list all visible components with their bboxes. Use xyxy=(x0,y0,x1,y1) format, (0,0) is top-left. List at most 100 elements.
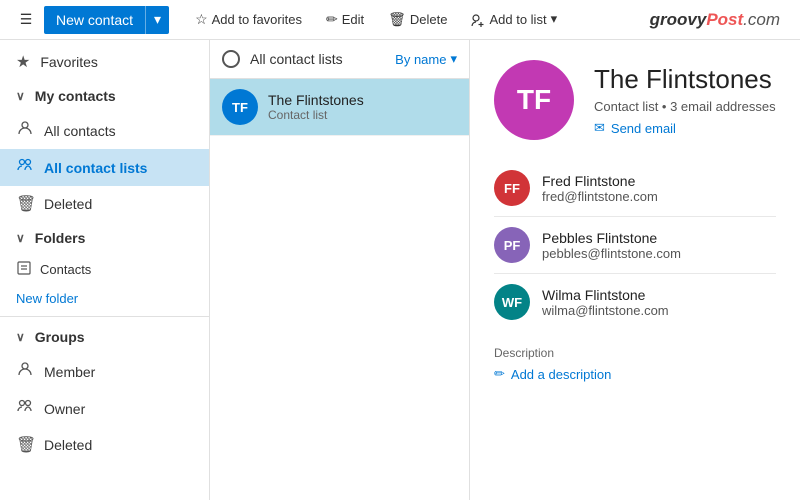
sidebar-item-owner[interactable]: Owner xyxy=(0,390,209,427)
logo-post: Post xyxy=(706,10,743,29)
envelope-icon: ✉ xyxy=(594,120,605,136)
detail-name: The Flintstones xyxy=(594,64,776,95)
detail-contact-email: wilma@flintstone.com xyxy=(542,303,669,318)
add-to-list-button[interactable]: Add to list ▾ xyxy=(461,7,567,31)
edit-label: Edit xyxy=(342,12,364,27)
groups-deleted-label: Deleted xyxy=(44,437,92,453)
detail-contact-item[interactable]: FF Fred Flintstone fred@flintstone.com xyxy=(494,160,776,217)
detail-contact-name: Wilma Flintstone xyxy=(542,287,669,303)
contact-list-panel: All contact lists By name ▾ TF The Flint… xyxy=(210,40,470,500)
delete-button[interactable]: 🗑 Delete xyxy=(378,7,457,32)
toolbar-actions: ☆ Add to favorites ✏ Edit 🗑 Delete Add t… xyxy=(185,7,650,32)
detail-contact-initials: PF xyxy=(504,238,521,253)
sidebar-item-favorites-label: Favorites xyxy=(40,54,98,70)
sidebar-item-all-contact-lists[interactable]: All contact lists xyxy=(0,149,209,186)
sidebar-group-folders[interactable]: ∨ Folders xyxy=(0,222,209,254)
add-description-label: Add a description xyxy=(511,367,611,382)
add-to-list-label: Add to list xyxy=(489,12,546,27)
contacts-sub-icon xyxy=(16,260,32,279)
toolbar: ☰ New contact ▾ ☆ Add to favorites ✏ Edi… xyxy=(0,0,800,40)
detail-panel: TF The Flintstones Contact list • 3 emai… xyxy=(470,40,800,500)
pencil-icon: ✏ xyxy=(494,366,505,382)
detail-header: TF The Flintstones Contact list • 3 emai… xyxy=(494,60,776,140)
all-contact-lists-label: All contact lists xyxy=(44,160,147,176)
sidebar-group-groups[interactable]: ∨ Groups xyxy=(0,321,209,353)
contact-list-item-name: The Flintstones xyxy=(268,92,364,108)
add-description-button[interactable]: ✏ Add a description xyxy=(494,366,776,382)
send-email-label: Send email xyxy=(611,121,676,136)
add-to-favorites-button[interactable]: ☆ Add to favorites xyxy=(185,7,312,32)
trash-icon: 🗑 xyxy=(16,194,34,214)
contact-list-header: All contact lists By name ▾ xyxy=(210,40,469,79)
contact-list-item[interactable]: TF The Flintstones Contact list xyxy=(210,79,469,136)
sort-label: By name xyxy=(395,52,446,67)
detail-info: The Flintstones Contact list • 3 email a… xyxy=(594,64,776,136)
new-contact-button[interactable]: New contact ▾ xyxy=(44,6,169,34)
detail-contact-email: fred@flintstone.com xyxy=(542,189,658,204)
description-section: Description ✏ Add a description xyxy=(494,346,776,382)
chevron-down-icon: ∨ xyxy=(16,89,25,103)
contacts-sub-label: Contacts xyxy=(40,262,91,277)
new-contact-label: New contact xyxy=(44,6,146,34)
logo-groovy: groovy xyxy=(650,10,707,29)
folders-label: Folders xyxy=(35,230,86,246)
sidebar-group-my-contacts[interactable]: ∨ My contacts xyxy=(0,80,209,112)
person-icon xyxy=(16,120,34,141)
add-to-list-arrow: ▾ xyxy=(551,11,558,27)
member-icon xyxy=(16,361,34,382)
contact-list-item-subtitle: Contact list xyxy=(268,108,364,122)
groups-label: Groups xyxy=(35,329,85,345)
main-layout: ★ Favorites ∨ My contacts All contacts xyxy=(0,40,800,500)
sidebar-item-contacts-sub[interactable]: Contacts xyxy=(0,254,209,285)
contact-list-initials: TF xyxy=(232,100,248,115)
sidebar-item-new-folder[interactable]: New folder xyxy=(0,285,209,312)
groups-trash-icon: 🗑 xyxy=(16,435,34,455)
detail-avatar-initials: TF xyxy=(517,84,551,116)
description-label: Description xyxy=(494,346,776,360)
owner-label: Owner xyxy=(44,401,85,417)
sidebar-item-groups-deleted[interactable]: 🗑 Deleted xyxy=(0,427,209,463)
detail-meta: Contact list • 3 email addresses xyxy=(594,99,776,114)
sort-arrow-icon: ▾ xyxy=(450,51,457,67)
detail-contact-item[interactable]: PF Pebbles Flintstone pebbles@flintstone… xyxy=(494,217,776,274)
detail-contact-name: Fred Flintstone xyxy=(542,173,658,189)
detail-contact-name: Pebbles Flintstone xyxy=(542,230,681,246)
sidebar-item-deleted[interactable]: 🗑 Deleted xyxy=(0,186,209,222)
new-folder-label: New folder xyxy=(16,291,78,306)
member-label: Member xyxy=(44,364,95,380)
sidebar-item-favorites[interactable]: ★ Favorites xyxy=(0,44,209,80)
edit-icon: ✏ xyxy=(326,11,338,28)
sort-button[interactable]: By name ▾ xyxy=(395,51,457,67)
deleted-label: Deleted xyxy=(44,196,92,212)
sidebar-my-contacts-label: My contacts xyxy=(35,88,116,104)
logo-domain: .com xyxy=(743,10,780,29)
contact-list-icon xyxy=(16,157,34,178)
contact-list-header-label: All contact lists xyxy=(250,51,385,67)
sidebar-item-all-contacts[interactable]: All contacts xyxy=(0,112,209,149)
chevron-down-icon-folders: ∨ xyxy=(16,231,25,245)
star-icon: ☆ xyxy=(195,11,208,28)
hamburger-menu-button[interactable]: ☰ xyxy=(8,0,44,40)
logo: groovyPost.com xyxy=(650,9,792,30)
detail-contact-avatar: FF xyxy=(494,170,530,206)
all-contacts-label: All contacts xyxy=(44,123,116,139)
edit-button[interactable]: ✏ Edit xyxy=(316,7,374,32)
new-contact-dropdown-arrow[interactable]: ▾ xyxy=(146,6,169,34)
owner-icon xyxy=(16,398,34,419)
star-icon: ★ xyxy=(16,52,30,72)
detail-contacts: FF Fred Flintstone fred@flintstone.com P… xyxy=(494,160,776,330)
send-email-button[interactable]: ✉ Send email xyxy=(594,120,776,136)
detail-contact-avatar: WF xyxy=(494,284,530,320)
add-to-favorites-label: Add to favorites xyxy=(212,12,302,27)
detail-contact-info: Wilma Flintstone wilma@flintstone.com xyxy=(542,287,669,318)
contact-list-avatar: TF xyxy=(222,89,258,125)
sidebar-item-member[interactable]: Member xyxy=(0,353,209,390)
add-to-list-icon xyxy=(471,11,485,27)
contact-list-items: TF The Flintstones Contact list xyxy=(210,79,469,500)
chevron-down-icon-groups: ∨ xyxy=(16,330,25,344)
sidebar-divider xyxy=(0,316,209,317)
detail-contact-item[interactable]: WF Wilma Flintstone wilma@flintstone.com xyxy=(494,274,776,330)
detail-contact-info: Pebbles Flintstone pebbles@flintstone.co… xyxy=(542,230,681,261)
all-contact-lists-radio[interactable] xyxy=(222,50,240,68)
detail-contact-initials: WF xyxy=(502,295,522,310)
